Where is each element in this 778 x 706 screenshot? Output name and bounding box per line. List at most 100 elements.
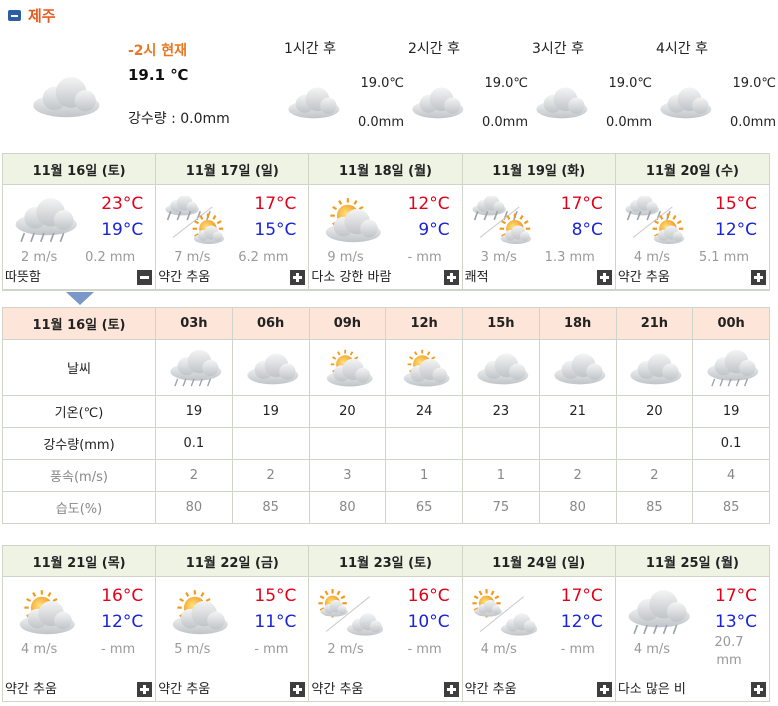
day-card: 11월 20일 (수) 15°C 12°C 4 m/s 5.1 mm 약간 추움 <box>615 154 770 289</box>
weather-icon <box>624 588 690 640</box>
wind-speed: 7 m/s <box>174 250 211 265</box>
day-date: 11월 17일 (일) <box>156 154 309 185</box>
row-value: 24 <box>385 395 463 428</box>
day-date: 11월 22일 (금) <box>156 546 309 577</box>
expand-icon[interactable] <box>596 682 612 697</box>
weather-icon <box>624 195 690 248</box>
low-temp: 19°C <box>101 220 144 240</box>
hour-label: 4시간 후 <box>656 41 708 57</box>
hour-precip: 0.0mm <box>605 115 652 130</box>
hour-precip: 0.0mm <box>481 115 528 130</box>
low-temp: 12°C <box>101 612 144 632</box>
row-value: 21 <box>538 395 617 428</box>
high-temp: 17°C <box>560 194 603 214</box>
expand-icon[interactable] <box>443 270 459 285</box>
high-temp: 17°C <box>254 194 297 214</box>
day-date: 11월 21일 (목) <box>3 546 156 577</box>
current-label: -2시 현재 <box>128 43 188 59</box>
low-temp: 9°C <box>418 220 450 240</box>
row-value <box>615 427 694 460</box>
cloudy-icon <box>404 82 468 126</box>
row-value: 85 <box>692 491 770 524</box>
day-description: 약간 추움 <box>311 682 364 697</box>
weather-icon <box>317 588 385 640</box>
row-value <box>538 427 617 460</box>
expand-icon[interactable] <box>290 682 306 697</box>
row-value: 80 <box>308 491 387 524</box>
hourly-header-row: 11월 16일 (토) 03h 06h 09h 12h 15h 18h 21h … <box>2 307 770 340</box>
hourly-data-row: 강수량(mm) 0.1 0.1 <box>2 427 770 460</box>
day-description: 다소 강한 바람 <box>311 270 392 285</box>
row-label: 습도(%) <box>2 491 156 524</box>
day-description: 다소 많은 비 <box>617 682 686 697</box>
precipitation: - mm <box>560 642 595 657</box>
row-value: 0.1 <box>692 427 770 460</box>
hourly-data-row: 습도(%) 80 85 80 65 75 80 85 85 <box>2 491 770 524</box>
low-temp: 8°C <box>571 220 603 240</box>
hourly-data-row: 풍속(m/s) 2 2 3 1 1 2 2 4 <box>2 459 770 492</box>
wind-speed: 9 m/s <box>327 250 364 265</box>
row-label: 강수량(mm) <box>2 427 156 460</box>
wind-speed: 2 m/s <box>327 642 364 657</box>
high-temp: 17°C <box>715 586 758 606</box>
hour-col-label: 09h <box>308 307 387 340</box>
row-value <box>231 427 310 460</box>
precipitation: 0.2 mm <box>85 250 136 265</box>
day-date: 11월 24일 (일) <box>462 546 615 577</box>
daily-forecast-week2: 11월 21일 (목) 16°C 12°C 4 m/s - mm 약간 추움 1… <box>2 545 770 702</box>
weather-icon <box>693 348 769 388</box>
row-value: 20 <box>308 395 387 428</box>
high-temp: 23°C <box>101 194 144 214</box>
row-value: 1 <box>462 459 540 492</box>
precipitation: 1.3 mm <box>544 250 595 265</box>
expand-icon[interactable] <box>137 682 153 697</box>
weather-cell <box>231 339 310 396</box>
cloudy-icon <box>652 82 716 126</box>
hour-label: 3시간 후 <box>532 41 584 57</box>
row-value: 85 <box>231 491 310 524</box>
high-temp: 16°C <box>407 586 450 606</box>
hour-label: 2시간 후 <box>408 41 460 57</box>
hour-col-label: 00h <box>692 307 770 340</box>
hour-forecast-1: 1시간 후 19.0℃ 0.0mm <box>284 38 404 138</box>
hour-forecast-2: 2시간 후 19.0℃ 0.0mm <box>408 38 528 138</box>
row-value: 2 <box>155 459 233 492</box>
current-temp: 19.1 ℃ <box>128 66 189 84</box>
day-card: 11월 22일 (금) 15°C 11°C 5 m/s - mm 약간 추움 <box>156 546 310 701</box>
high-temp: 12°C <box>407 194 450 214</box>
hour-precip: 0.0mm <box>729 115 776 130</box>
day-description: 쾌적 <box>464 270 489 285</box>
row-label: 기온(℃) <box>2 395 156 428</box>
low-temp: 13°C <box>715 612 758 632</box>
high-temp: 15°C <box>254 586 297 606</box>
row-value: 20 <box>615 395 694 428</box>
day-card: 11월 16일 (토) 23°C 19°C 2 m/s 0.2 mm 따뜻함 <box>3 154 157 289</box>
weather-icon <box>463 348 539 388</box>
row-value: 4 <box>692 459 770 492</box>
weather-cell <box>385 339 463 396</box>
day-card: 11월 21일 (목) 16°C 12°C 4 m/s - mm 약간 추움 <box>3 546 157 701</box>
precipitation: 6.2 mm <box>238 250 289 265</box>
collapse-icon[interactable] <box>137 270 153 285</box>
hour-forecast-4: 4시간 후 19.0℃ 0.0mm <box>656 38 776 138</box>
row-value: 3 <box>308 459 387 492</box>
expand-icon[interactable] <box>596 270 612 285</box>
hour-precip: 0.0mm <box>357 115 404 130</box>
precipitation: - mm <box>254 642 289 657</box>
expand-icon[interactable] <box>751 270 767 285</box>
wind-speed: 4 m/s <box>480 642 517 657</box>
expand-icon[interactable] <box>751 682 767 697</box>
expand-icon[interactable] <box>443 682 459 697</box>
hour-col-label: 03h <box>155 307 233 340</box>
expand-icon[interactable] <box>290 270 306 285</box>
weather-icon <box>11 196 77 248</box>
weather-cell <box>538 339 617 396</box>
hourly-data-row: 기온(℃) 19 19 20 24 23 21 20 19 <box>2 395 770 428</box>
weather-icon <box>164 195 230 248</box>
day-date: 11월 19일 (화) <box>462 154 615 185</box>
weather-row-label: 날씨 <box>2 339 156 396</box>
low-temp: 11°C <box>254 612 297 632</box>
weather-icon <box>156 348 232 388</box>
day-date: 11월 20일 (수) <box>615 154 770 185</box>
day-date: 11월 18일 (월) <box>309 154 462 185</box>
